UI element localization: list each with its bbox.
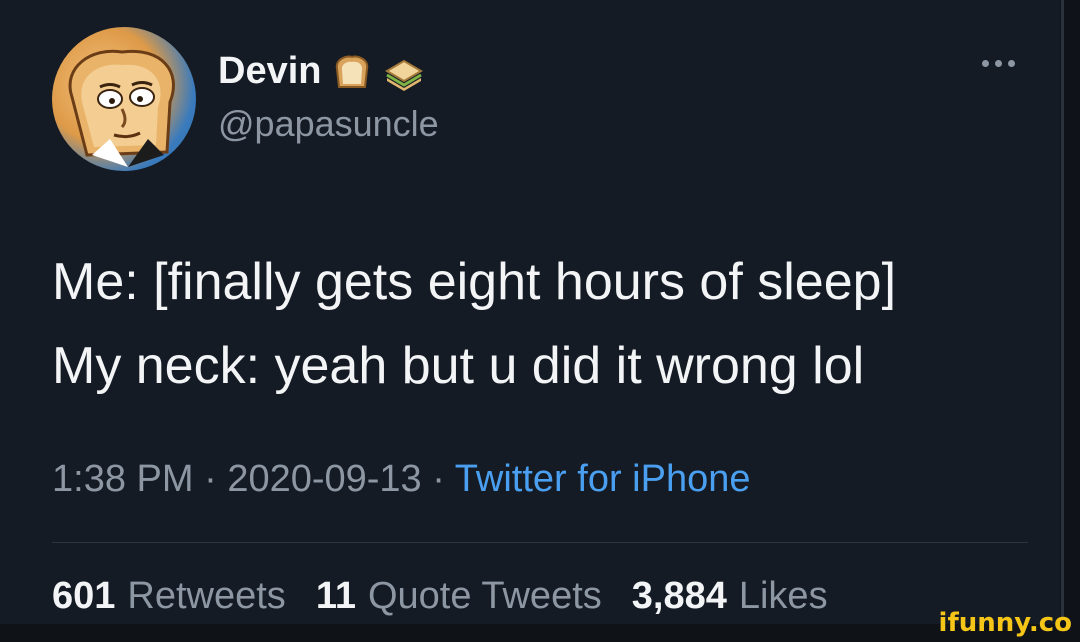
sandwich-icon <box>385 59 424 91</box>
tweet-time[interactable]: 1:38 PM <box>52 458 194 500</box>
quote-tweets-count: 11 <box>315 575 356 617</box>
bread-icon <box>336 55 369 88</box>
quote-tweets-stat[interactable]: 11 Quote Tweets <box>316 575 602 618</box>
watermark: ifunny.co <box>938 608 1072 638</box>
likes-label: Likes <box>738 575 828 617</box>
divider <box>52 542 1028 543</box>
engagement-stats: 601 Retweets 11 Quote Tweets 3,884 Likes <box>52 575 858 618</box>
tweet-text-line: My neck: yeah but u did it wrong lol <box>52 337 865 395</box>
dot-icon <box>995 60 1002 67</box>
likes-stat[interactable]: 3,884 Likes <box>632 575 828 618</box>
footer-bar <box>0 624 1080 642</box>
user-handle[interactable]: @papasuncle <box>218 103 439 145</box>
retweets-stat[interactable]: 601 Retweets <box>52 575 286 618</box>
tweet-date[interactable]: 2020-09-13 <box>227 458 421 500</box>
dot-icon <box>982 60 989 67</box>
quote-tweets-label: Quote Tweets <box>367 575 602 617</box>
retweets-count: 601 <box>52 575 116 617</box>
tweet-metadata: 1:38 PM · 2020-09-13 · Twitter for iPhon… <box>52 458 750 501</box>
tweet-text-line: Me: [finally gets eight hours of sleep] <box>52 253 897 311</box>
likes-count: 3,884 <box>631 575 727 617</box>
separator: · <box>204 458 228 500</box>
tweet-card: Devin @papasuncle Me: [finally gets eigh… <box>0 0 1060 624</box>
display-name[interactable]: Devin <box>218 50 321 93</box>
more-options-icon[interactable] <box>982 60 1015 67</box>
bread-character-avatar-icon <box>68 49 175 167</box>
scrollbar[interactable] <box>1061 0 1064 620</box>
tweet-source-link[interactable]: Twitter for iPhone <box>455 458 751 500</box>
author-name-row[interactable]: Devin <box>218 50 425 93</box>
retweets-label: Retweets <box>127 575 286 617</box>
separator: · <box>432 458 455 500</box>
avatar[interactable] <box>52 27 196 171</box>
dot-icon <box>1008 60 1015 67</box>
tweet-text: Me: [finally gets eight hours of sleep] … <box>52 240 896 408</box>
